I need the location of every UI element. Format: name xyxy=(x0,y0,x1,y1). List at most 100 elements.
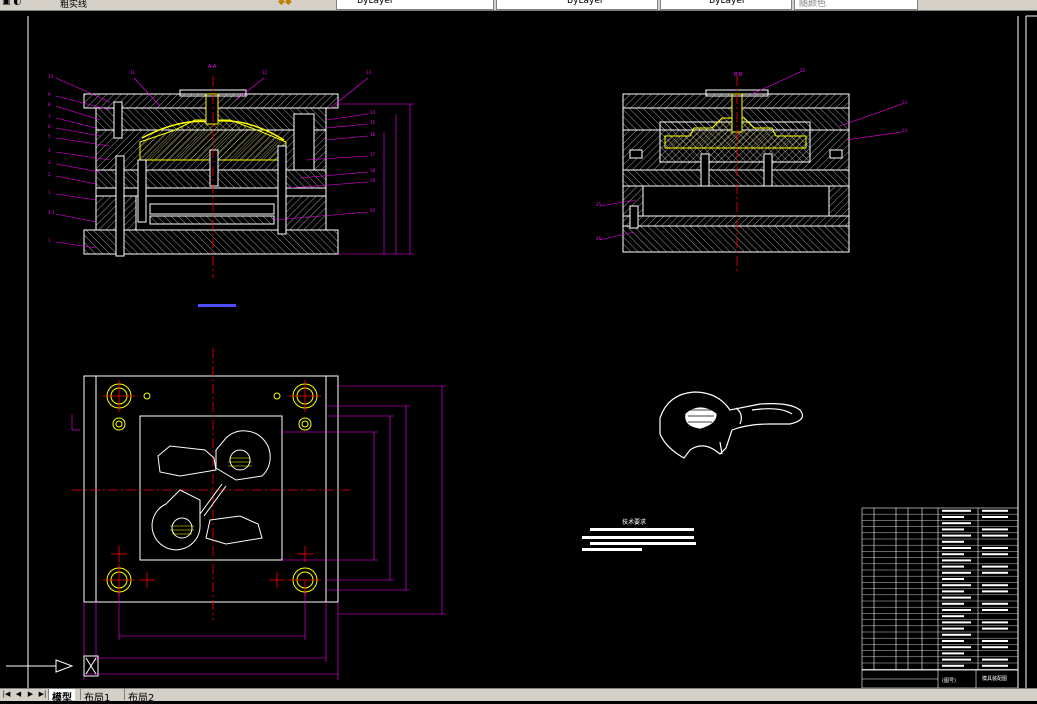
tech-req-title: 技术要求 xyxy=(622,518,646,526)
svg-text:5: 5 xyxy=(48,134,51,139)
bom-row-std xyxy=(982,553,1008,556)
bom-row-text xyxy=(942,590,964,593)
bom-row-text xyxy=(942,528,964,531)
bom-row-text xyxy=(942,509,971,512)
svg-text:11: 11 xyxy=(130,70,136,75)
svg-text:24: 24 xyxy=(902,128,908,133)
svg-text:12: 12 xyxy=(262,70,268,75)
bom-row-text xyxy=(942,534,971,537)
svg-text:18: 18 xyxy=(370,168,376,173)
bom-row-std xyxy=(982,590,1008,593)
bom-row-std xyxy=(982,584,1008,587)
bom-row-text xyxy=(942,578,964,580)
layer-icon[interactable]: ▣ ◐ xyxy=(2,0,21,9)
svg-text:26: 26 xyxy=(596,236,602,241)
bom-row-text xyxy=(942,615,964,618)
tab-model[interactable]: 模型 xyxy=(48,689,75,704)
drawing-title: 模具装配图 xyxy=(982,675,1007,682)
bom-row-std xyxy=(982,658,1008,661)
plotstyle-dropdown[interactable]: 随颜色 xyxy=(794,0,918,10)
bom-row-std xyxy=(982,534,1008,537)
layer-tools-icon[interactable]: ◆◆ xyxy=(278,0,292,9)
svg-text:8: 8 xyxy=(48,102,51,107)
bom-row-std xyxy=(982,565,1008,568)
svg-text:20: 20 xyxy=(370,208,376,213)
svg-text:17: 17 xyxy=(370,152,376,157)
svg-text:22: 22 xyxy=(800,68,806,73)
bom-row-text xyxy=(942,547,971,549)
technical-requirements: 技术要求 xyxy=(582,518,696,551)
svg-text:23: 23 xyxy=(902,100,908,105)
section-label-bb: B-B xyxy=(734,72,743,78)
svg-text:1: 1 xyxy=(48,238,51,243)
drawing-number: (图号) xyxy=(942,678,956,684)
bom-row-text xyxy=(942,627,964,630)
nav-last-icon[interactable]: ▶| xyxy=(38,690,47,699)
svg-text:15: 15 xyxy=(370,120,376,125)
bom-row-std xyxy=(982,509,1008,512)
svg-text:6: 6 xyxy=(48,124,51,129)
bom-row-std xyxy=(982,528,1008,531)
bom-row-text xyxy=(942,646,971,649)
bom-table xyxy=(861,507,1019,671)
svg-text:13: 13 xyxy=(48,74,54,79)
bom-row-text xyxy=(942,621,971,624)
svg-text:2: 2 xyxy=(48,172,51,177)
bom-row-text xyxy=(942,522,971,525)
nav-next-icon[interactable]: ▶ xyxy=(26,690,35,699)
drawing-canvas[interactable]: A-A 13 9 8 7 6 5 4 3 2 1 2-1 1 11 12 13 … xyxy=(0,10,1037,688)
svg-text:16: 16 xyxy=(370,132,376,137)
tab-layout1[interactable]: 布局1 xyxy=(80,689,114,704)
section-view-aa[interactable]: A-A xyxy=(83,64,414,278)
bom-row-text xyxy=(942,640,964,642)
svg-text:9: 9 xyxy=(48,92,51,97)
bom-row-text xyxy=(942,584,971,587)
svg-text:3: 3 xyxy=(48,160,51,165)
bom-row-std xyxy=(982,640,1008,642)
lineweight-dropdown[interactable]: ByLayer xyxy=(660,0,792,10)
bom-row-text xyxy=(942,553,964,556)
ucs-icon xyxy=(6,655,99,677)
bom-row-std xyxy=(982,571,1008,574)
bom-row-std xyxy=(982,664,1008,667)
bom-row-text xyxy=(942,596,971,599)
svg-text:2-1: 2-1 xyxy=(48,210,55,215)
part-isometric[interactable] xyxy=(659,391,803,459)
color-dropdown[interactable]: ByLayer xyxy=(336,0,494,10)
nav-first-icon[interactable]: |◀ xyxy=(2,690,11,699)
bom-row-text xyxy=(942,602,964,605)
bom-row-text xyxy=(942,559,971,562)
layer-name[interactable]: 粗实线 xyxy=(60,0,87,10)
bom-row-text xyxy=(942,633,971,636)
svg-text:19: 19 xyxy=(370,178,376,183)
bom-row-text xyxy=(942,540,964,543)
view-note xyxy=(198,304,236,307)
bom-row-text xyxy=(942,658,971,661)
bom-row-std xyxy=(982,516,1008,518)
linetype-dropdown[interactable]: ByLayer xyxy=(496,0,658,10)
bom-row-text xyxy=(942,565,964,568)
bom-row-std xyxy=(982,609,1008,611)
svg-text:14: 14 xyxy=(370,110,376,115)
bom-row-std xyxy=(982,621,1008,624)
bom-row-text xyxy=(942,664,964,667)
section-view-bb[interactable]: B-B xyxy=(622,72,850,272)
svg-text:1: 1 xyxy=(48,190,51,195)
bom-row-std xyxy=(982,646,1008,649)
nav-prev-icon[interactable]: ◀ xyxy=(14,690,23,699)
section-label-aa: A-A xyxy=(208,64,217,70)
bom-row-text xyxy=(942,609,971,611)
bom-row-std xyxy=(982,602,1008,605)
bom-row-text xyxy=(942,571,971,574)
plan-view[interactable] xyxy=(71,348,446,680)
tab-layout2[interactable]: 布局2 xyxy=(124,689,158,704)
svg-text:25: 25 xyxy=(596,202,602,207)
bom-row-text xyxy=(942,516,964,518)
svg-text:4: 4 xyxy=(48,148,51,153)
bom-row-std xyxy=(982,627,1008,630)
bom-row-std xyxy=(982,547,1008,549)
svg-text:13: 13 xyxy=(366,70,372,75)
bom-rows xyxy=(862,509,1018,670)
bom-row-text xyxy=(942,652,964,655)
svg-text:7: 7 xyxy=(48,114,51,119)
